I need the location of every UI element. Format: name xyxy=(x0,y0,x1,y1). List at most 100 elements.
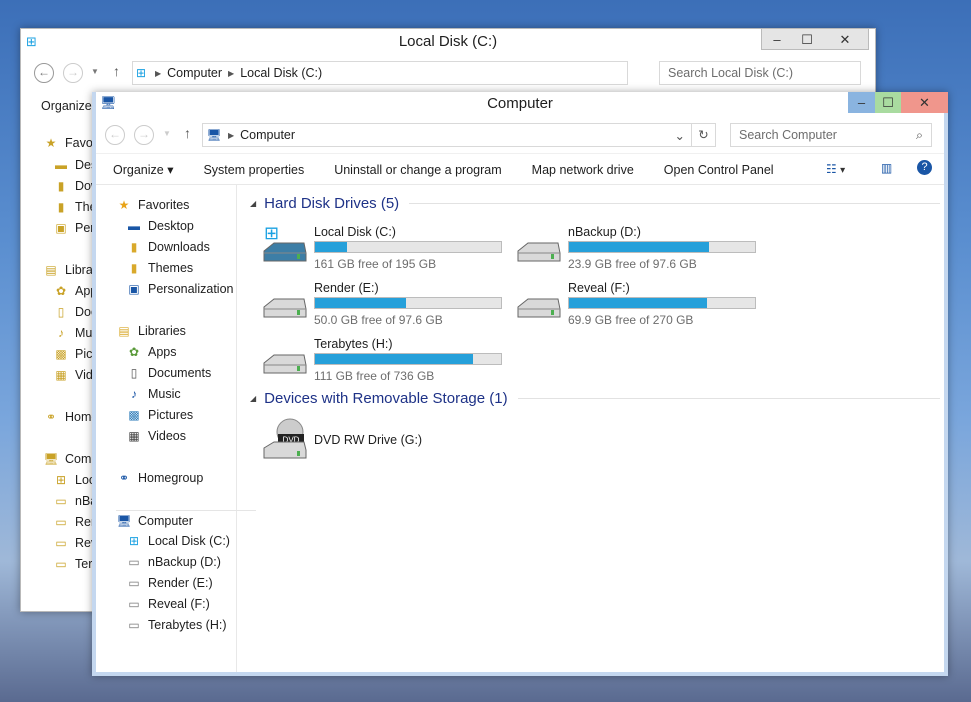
drive-item[interactable]: Terabytes (H:) 111 GB free of 736 GB xyxy=(260,337,510,387)
sidebar-item[interactable]: ⚭ Homegroup xyxy=(116,468,203,488)
sidebar-item[interactable]: ▬ Desktop xyxy=(126,216,194,236)
help-icon[interactable]: ? xyxy=(917,160,932,175)
usage-bar xyxy=(314,353,502,365)
sidebar-item[interactable]: ▩ Pictures xyxy=(126,405,193,425)
sidebar-item[interactable]: ▦ Videos xyxy=(126,426,186,446)
window-title: Computer xyxy=(487,95,553,112)
sidebar-item-icon: ▭ xyxy=(128,597,140,611)
back-button[interactable]: ← xyxy=(34,63,54,83)
close-button[interactable]: ✕ xyxy=(822,29,868,50)
sidebar-item-label: Videos xyxy=(148,429,186,443)
search-icon: ⌕ xyxy=(915,128,923,142)
command-4[interactable]: Open Control Panel xyxy=(664,163,774,177)
usage-fill xyxy=(569,242,710,252)
sidebar-item-icon: ▦ xyxy=(128,429,140,443)
drive-item[interactable]: Render (E:) 50.0 GB free of 97.6 GB xyxy=(260,281,510,331)
sidebar-item[interactable]: ▣ Personalization xyxy=(126,279,233,299)
breadcrumb-computer[interactable]: Computer xyxy=(167,66,222,80)
hard-drive-icon xyxy=(514,233,562,263)
sidebar-item-label: Desktop xyxy=(148,219,194,233)
sidebar-item[interactable]: ▭ Render (E:) xyxy=(126,573,213,593)
search-input[interactable]: Search Local Disk (C:) xyxy=(659,61,861,85)
sidebar-item-icon: ▭ xyxy=(55,494,67,508)
minimize-button[interactable]: – xyxy=(762,29,792,50)
sidebar-item-label: Homegroup xyxy=(138,471,204,485)
sidebar-item-label: Documents xyxy=(148,366,212,380)
sidebar-item[interactable]: ▤ Libraries xyxy=(116,321,186,341)
drive-name: Terabytes (H:) xyxy=(314,337,393,351)
computer-window: 🖥 Computer – ☐ ✕ ← → ▼ ↑ 🖥 ▶ Computer ⌄ ↻… xyxy=(92,92,948,676)
computer-icon: 🖥 xyxy=(206,128,222,142)
sidebar-item-icon: ✿ xyxy=(55,284,67,298)
collapse-icon[interactable]: ◢ xyxy=(250,199,256,208)
maximize-button[interactable]: ☐ xyxy=(875,92,901,113)
group-header[interactable]: ◢ Hard Disk Drives (5) xyxy=(250,195,940,212)
sidebar-item[interactable]: ▮ Downloads xyxy=(126,237,210,257)
drive-item[interactable]: Reveal (F:) 69.9 GB free of 270 GB xyxy=(514,281,764,331)
recent-dropdown[interactable]: ▼ xyxy=(163,129,171,138)
sidebar-item-icon: ★ xyxy=(45,136,57,150)
sidebar-item-icon: 🖥 xyxy=(116,513,132,528)
sidebar-item[interactable]: ✿ Apps xyxy=(126,342,177,362)
back-button[interactable]: ← xyxy=(105,125,125,145)
command-2[interactable]: Uninstall or change a program xyxy=(334,163,501,177)
dvd-drive-item[interactable]: DVD DVD RW Drive (G:) xyxy=(260,418,510,472)
sidebar-item[interactable]: ▭ nBackup (D:) xyxy=(126,552,221,572)
sidebar-item-icon: ▭ xyxy=(128,576,140,590)
maximize-button[interactable]: ☐ xyxy=(792,29,822,50)
sidebar-item-icon: ▮ xyxy=(57,200,65,214)
up-button[interactable]: ↑ xyxy=(184,125,191,141)
organize-button[interactable]: Organize xyxy=(41,99,92,113)
sidebar-item-label: Render (E:) xyxy=(148,576,213,590)
address-bar[interactable]: 🖥 ▶ Computer ⌄ ↻ xyxy=(202,123,716,147)
group-title: Devices with Removable Storage (1) xyxy=(264,390,508,407)
usage-bar xyxy=(568,297,756,309)
command-0[interactable]: Organize ▾ xyxy=(113,162,173,177)
sidebar-item-label: Apps xyxy=(148,345,177,359)
close-button[interactable]: ✕ xyxy=(901,92,948,113)
drive-item[interactable]: nBackup (D:) 23.9 GB free of 97.6 GB xyxy=(514,225,764,275)
change-view-icon[interactable]: ☷ ▾ xyxy=(826,162,845,176)
sidebar-item[interactable]: ▭ Reveal (F:) xyxy=(126,594,210,614)
sidebar-item[interactable]: ⊞ Local Disk (C:) xyxy=(126,531,230,551)
breadcrumb-computer[interactable]: Computer xyxy=(240,128,295,142)
sidebar-item-label: Music xyxy=(148,387,181,401)
usage-bar xyxy=(314,241,502,253)
usage-fill xyxy=(315,354,473,364)
sidebar-item-icon: ▮ xyxy=(57,179,65,193)
command-3[interactable]: Map network drive xyxy=(532,163,634,177)
drive-name: Reveal (F:) xyxy=(568,281,630,295)
sidebar-item-icon: ▤ xyxy=(45,263,57,277)
sidebar-item-icon: ▯ xyxy=(57,305,65,319)
breadcrumb-local-disk[interactable]: Local Disk (C:) xyxy=(240,66,322,80)
forward-button[interactable]: → xyxy=(134,125,154,145)
sidebar-item-label: Personalization xyxy=(148,282,234,296)
sidebar-item[interactable]: 🖥 Computer xyxy=(116,510,256,530)
sidebar-item[interactable]: ▯ Documents xyxy=(126,363,212,383)
group-header[interactable]: ◢ Devices with Removable Storage (1) xyxy=(250,390,940,407)
sidebar-item[interactable]: ▮ Themes xyxy=(126,258,193,278)
search-input[interactable]: Search Computer ⌕ xyxy=(730,123,932,147)
sidebar-item-icon: ▭ xyxy=(55,557,67,571)
sidebar-item-icon: ▬ xyxy=(55,158,67,172)
hard-drive-icon: ⊞ xyxy=(260,223,308,263)
sidebar-item[interactable]: ▭ Terabytes (H:) xyxy=(126,615,226,635)
sidebar-item-icon: 🖥 xyxy=(43,452,59,466)
address-dropdown[interactable]: ⌄ xyxy=(675,128,685,143)
preview-pane-icon[interactable]: ▥ xyxy=(881,161,892,175)
sidebar-item-label: Computer xyxy=(138,513,193,528)
refresh-button[interactable]: ↻ xyxy=(691,124,715,146)
drive-item[interactable]: ⊞ Local Disk (C:) 161 GB free of 195 GB xyxy=(260,223,510,275)
command-1[interactable]: System properties xyxy=(203,163,304,177)
sidebar-item[interactable]: ★ Favorites xyxy=(116,195,190,215)
address-bar[interactable]: ⊞ ▶ Computer ▶ Local Disk (C:) xyxy=(132,61,628,85)
up-button[interactable]: ↑ xyxy=(113,63,120,79)
collapse-icon[interactable]: ◢ xyxy=(250,394,256,403)
usage-bar xyxy=(314,297,502,309)
minimize-button[interactable]: – xyxy=(848,92,875,113)
recent-dropdown[interactable]: ▼ xyxy=(91,67,99,76)
sidebar-item-icon: ♪ xyxy=(131,387,137,401)
forward-button[interactable]: → xyxy=(63,63,83,83)
sidebar-item[interactable]: ♪ Music xyxy=(126,384,181,404)
drive-free-space: 50.0 GB free of 97.6 GB xyxy=(314,313,443,327)
